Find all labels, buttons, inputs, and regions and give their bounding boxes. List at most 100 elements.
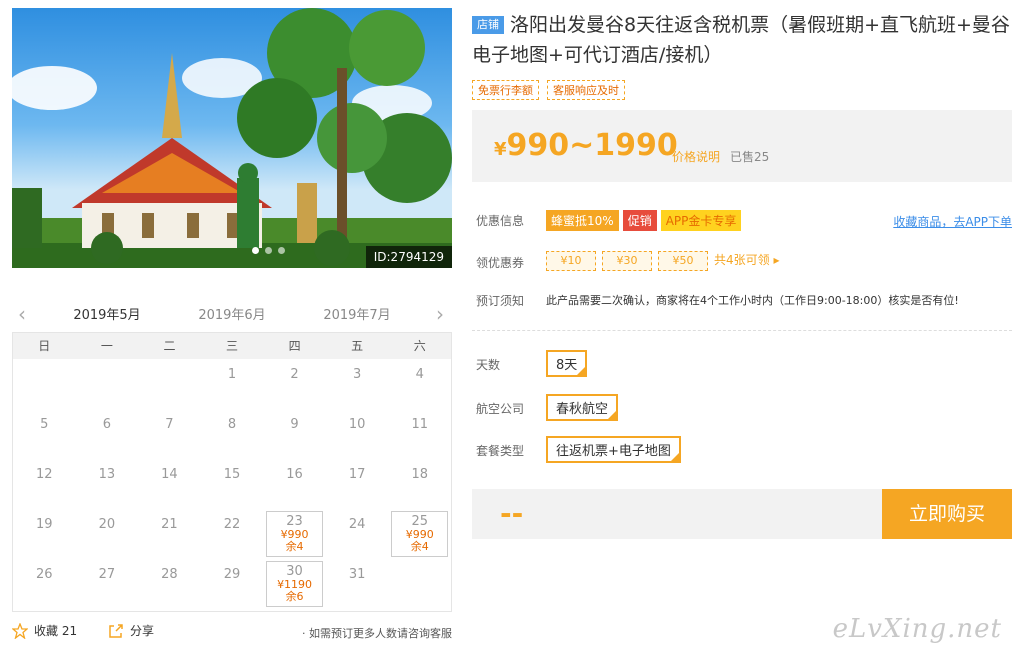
calendar-day xyxy=(388,559,451,609)
weekday-label: 日 xyxy=(38,339,51,353)
star-icon xyxy=(12,622,28,639)
product-title-text: 洛阳出发曼谷8天往返含税机票（暑假班期+直飞航班+曼谷电子地图+可代订酒店/接机… xyxy=(472,14,1010,66)
notice-row: 预订须知 此产品需要二次确认，商家将在4个工作小时内（工作日9:00-18:00… xyxy=(476,292,1012,310)
calendar-day: 2 xyxy=(290,367,299,382)
date-calendar: 日一二三四五六 1 2 3 4 5 6 7 8 9 10 11 12 13 14 15 16 17 18 19 20 2… xyxy=(12,332,452,612)
calendar-day: 6 xyxy=(102,417,111,432)
calendar-day: 22 xyxy=(223,517,241,532)
weekday-label: 四 xyxy=(288,339,301,353)
price-explain-link[interactable]: 价格说明 xyxy=(672,148,720,165)
promo-badge-honey: 蜂蜜抵10% xyxy=(546,210,619,231)
notice-text: 此产品需要二次确认，商家将在4个工作小时内（工作日9:00-18:00）核实是否… xyxy=(546,294,959,307)
calendar-day: 21 xyxy=(161,517,178,532)
group-booking-note: · 如需预订更多人数请咨询客服 xyxy=(302,627,452,640)
price-panel: ¥990~1990 价格说明 已售25 xyxy=(472,110,1012,182)
calendar-day: 29 xyxy=(223,567,241,582)
selected-price: -- xyxy=(500,497,524,530)
promo-label: 优惠信息 xyxy=(476,214,525,228)
coupon-label: 领优惠券 xyxy=(476,256,525,270)
service-tags: 免票行李额 客服响应及时 xyxy=(472,80,625,100)
more-coupons-link[interactable]: 共4张可领 ▸ xyxy=(714,253,779,267)
calendar-day: 28 xyxy=(161,567,178,582)
calendar-day: 14 xyxy=(161,467,178,482)
prev-month-icon[interactable]: ‹ xyxy=(18,302,26,326)
calendar-day: 18 xyxy=(411,467,428,482)
month-tab[interactable]: 2019年7月 xyxy=(312,304,402,334)
package-option[interactable]: 往返机票+电子地图 xyxy=(546,436,681,463)
buy-now-button[interactable]: 立即购买 xyxy=(882,489,1012,539)
favorite-app-link[interactable]: 收藏商品，去APP下单 xyxy=(893,213,1012,230)
watermark: eLvXing.net xyxy=(832,614,1002,644)
coupon-30[interactable]: ¥30 xyxy=(602,251,652,271)
next-month-icon[interactable]: › xyxy=(436,302,444,326)
calendar-day: 5 xyxy=(40,417,49,432)
calendar-day: 4 xyxy=(415,367,424,382)
calendar-day: 1 xyxy=(227,367,237,382)
calendar-day: 31 xyxy=(348,567,366,582)
day-stock: 余4 xyxy=(410,540,429,553)
airline-option[interactable]: 春秋航空 xyxy=(546,394,619,421)
day-number: 25 xyxy=(411,514,428,529)
airline-row: 航空公司 春秋航空 xyxy=(476,394,776,424)
package-label: 套餐类型 xyxy=(476,444,525,458)
calendar-day: 10 xyxy=(348,417,366,432)
calendar-grid: 1 2 3 4 5 6 7 8 9 10 11 12 13 14 15 16 17 18 19 20 21 22 23 ¥99… xyxy=(13,359,451,609)
product-image[interactable]: ID:2794129 xyxy=(12,8,452,268)
weekday-label: 二 xyxy=(163,339,176,353)
promo-badge-app: APP金卡专享 xyxy=(660,210,742,231)
weekday-label: 六 xyxy=(413,339,426,353)
month-switcher: ‹ 2019年5月 2019年6月 2019年7月 › xyxy=(12,298,452,334)
day-stock: 余4 xyxy=(285,540,304,553)
calendar-day: 19 xyxy=(36,517,53,532)
tag-baggage: 免票行李额 xyxy=(472,80,539,100)
purchase-bar: -- 立即购买 xyxy=(472,489,1012,539)
days-label: 天数 xyxy=(476,358,501,372)
weekday-header: 日一二三四五六 xyxy=(13,333,451,359)
package-row: 套餐类型 往返机票+电子地图 xyxy=(476,436,776,466)
action-bar: 收藏 21 分享 · 如需预订更多人数请咨询客服 xyxy=(12,622,452,644)
calendar-day: 13 xyxy=(98,467,116,482)
weekday-label: 五 xyxy=(351,339,364,353)
month-tab[interactable]: 2019年5月 xyxy=(62,304,152,334)
day-number: 23 xyxy=(286,514,303,529)
favorite-label: 收藏 21 xyxy=(34,624,78,638)
calendar-day xyxy=(138,359,201,409)
share-button[interactable]: 分享 xyxy=(108,622,154,639)
days-option[interactable]: 8天 xyxy=(546,350,588,377)
price-range: ¥990~1990 xyxy=(494,128,678,163)
weekday-label: 三 xyxy=(226,339,239,353)
calendar-day: 27 xyxy=(98,567,116,582)
image-id-label: ID:2794129 xyxy=(365,246,452,268)
calendar-day-available[interactable]: 25 ¥990 余4 xyxy=(391,511,448,557)
section-divider xyxy=(472,330,1012,331)
calendar-day: 8 xyxy=(227,417,237,432)
favorite-button[interactable]: 收藏 21 xyxy=(12,622,77,639)
month-tab[interactable]: 2019年6月 xyxy=(187,304,277,334)
calendar-day: 24 xyxy=(348,517,366,532)
calendar-day: 3 xyxy=(352,367,362,382)
weekday-label: 一 xyxy=(100,339,113,353)
calendar-day: 15 xyxy=(223,467,241,482)
coupon-row: 领优惠券 ¥10 ¥30 ¥50 共4张可领 ▸ xyxy=(476,251,1012,276)
sold-count: 已售25 xyxy=(730,150,770,164)
coupon-50[interactable]: ¥50 xyxy=(658,251,708,271)
calendar-day: 16 xyxy=(286,467,303,482)
calendar-day: 20 xyxy=(98,517,116,532)
tag-service: 客服响应及时 xyxy=(547,80,625,100)
share-label: 分享 xyxy=(130,624,155,638)
airline-label: 航空公司 xyxy=(476,402,525,416)
temple-illustration xyxy=(12,8,452,268)
share-icon xyxy=(109,623,123,638)
calendar-day-available[interactable]: 30 ¥1190 余6 xyxy=(266,561,323,607)
calendar-day xyxy=(13,359,76,409)
calendar-day: 17 xyxy=(348,467,366,482)
calendar-day: 9 xyxy=(290,417,299,432)
carousel-dots[interactable] xyxy=(252,247,285,254)
calendar-day-available[interactable]: 23 ¥990 余4 xyxy=(266,511,323,557)
shop-badge: 店铺 xyxy=(472,16,504,34)
days-row: 天数 8天 xyxy=(476,350,776,380)
notice-label: 预订须知 xyxy=(476,294,525,308)
calendar-day: 26 xyxy=(36,567,53,582)
promo-badge-sale: 促销 xyxy=(622,210,657,231)
coupon-10[interactable]: ¥10 xyxy=(546,251,596,271)
